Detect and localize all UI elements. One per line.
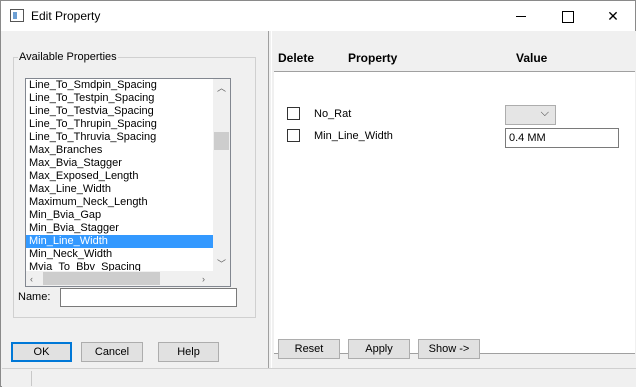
list-item[interactable]: Line_To_Testpin_Spacing <box>26 92 214 105</box>
title-bar[interactable]: Edit Property ✕ <box>1 1 635 31</box>
list-item[interactable]: Max_Branches <box>26 144 214 157</box>
reset-button[interactable]: Reset <box>278 339 340 359</box>
vertical-scroll-thumb[interactable] <box>214 132 229 150</box>
property-name-no-rat: No_Rat <box>314 108 352 120</box>
list-horizontal-scrollbar[interactable]: ‹ › <box>26 271 214 286</box>
list-item[interactable]: Line_To_Smdpin_Spacing <box>26 79 214 92</box>
name-input[interactable] <box>60 288 237 307</box>
show-button[interactable]: Show -> <box>418 339 480 359</box>
scroll-up-icon[interactable]: ︿ <box>217 83 226 93</box>
list-vertical-scrollbar[interactable]: ︿ ﹀ <box>213 79 230 272</box>
list-item[interactable]: Maximum_Neck_Length <box>26 196 214 209</box>
value-dropdown-no-rat[interactable]: ⌵ <box>505 105 556 125</box>
maximize-button[interactable] <box>544 1 590 31</box>
close-button[interactable]: ✕ <box>590 1 636 31</box>
list-item[interactable]: Line_To_Thruvia_Spacing <box>26 131 214 144</box>
list-item[interactable]: Line_To_Testvia_Spacing <box>26 105 214 118</box>
property-grid: No_Rat ⌵ Min_Line_Width 0.4 MM <box>274 71 635 354</box>
delete-checkbox-min-line-width[interactable] <box>287 129 300 142</box>
property-editor-pane: Delete Property Value No_Rat ⌵ Min_Line_… <box>272 31 636 368</box>
ok-button[interactable]: OK <box>11 342 72 362</box>
delete-column-header: Delete <box>278 51 315 65</box>
scroll-down-icon[interactable]: ﹀ <box>217 259 226 269</box>
value-input-min-line-width[interactable]: 0.4 MM <box>505 128 619 148</box>
app-window-icon <box>10 9 24 22</box>
horizontal-scroll-thumb[interactable] <box>43 272 160 285</box>
property-column-header: Property <box>348 51 398 65</box>
name-label: Name: <box>18 291 51 303</box>
help-button[interactable]: Help <box>158 342 219 362</box>
scroll-right-icon[interactable]: › <box>202 274 205 284</box>
minimize-button[interactable] <box>498 1 544 31</box>
available-properties-list[interactable]: Line_To_Smdpin_Spacing Line_To_Testpin_Sp… <box>25 78 231 287</box>
list-item[interactable]: Line_To_Thrupin_Spacing <box>26 118 214 131</box>
list-item[interactable]: Max_Line_Width <box>26 183 214 196</box>
status-bar-divider <box>31 371 32 386</box>
window-title: Edit Property <box>31 9 101 23</box>
list-item[interactable]: Max_Bvia_Stagger <box>26 157 214 170</box>
list-item[interactable]: Min_Bvia_Stagger <box>26 222 214 235</box>
list-item[interactable]: Max_Exposed_Length <box>26 170 214 183</box>
status-bar <box>2 368 636 387</box>
list-item[interactable]: Min_Neck_Width <box>26 248 214 261</box>
scroll-corner <box>213 271 230 286</box>
scroll-left-icon[interactable]: ‹ <box>30 274 33 284</box>
available-properties-label: Available Properties <box>18 51 118 63</box>
list-items-container: Line_To_Smdpin_Spacing Line_To_Testpin_Sp… <box>26 79 214 272</box>
cancel-button[interactable]: Cancel <box>81 342 143 362</box>
chevron-down-icon: ⌵ <box>540 107 549 119</box>
value-column-header: Value <box>516 51 548 65</box>
apply-button[interactable]: Apply <box>348 339 410 359</box>
delete-checkbox-no-rat[interactable] <box>287 107 300 120</box>
list-item[interactable]: Min_Bvia_Gap <box>26 209 214 222</box>
property-name-min-line-width: Min_Line_Width <box>314 130 393 142</box>
list-item[interactable]: Min_Line_Width <box>26 235 214 248</box>
edit-property-dialog: Edit Property ✕ Available Properties Lin… <box>0 0 636 387</box>
